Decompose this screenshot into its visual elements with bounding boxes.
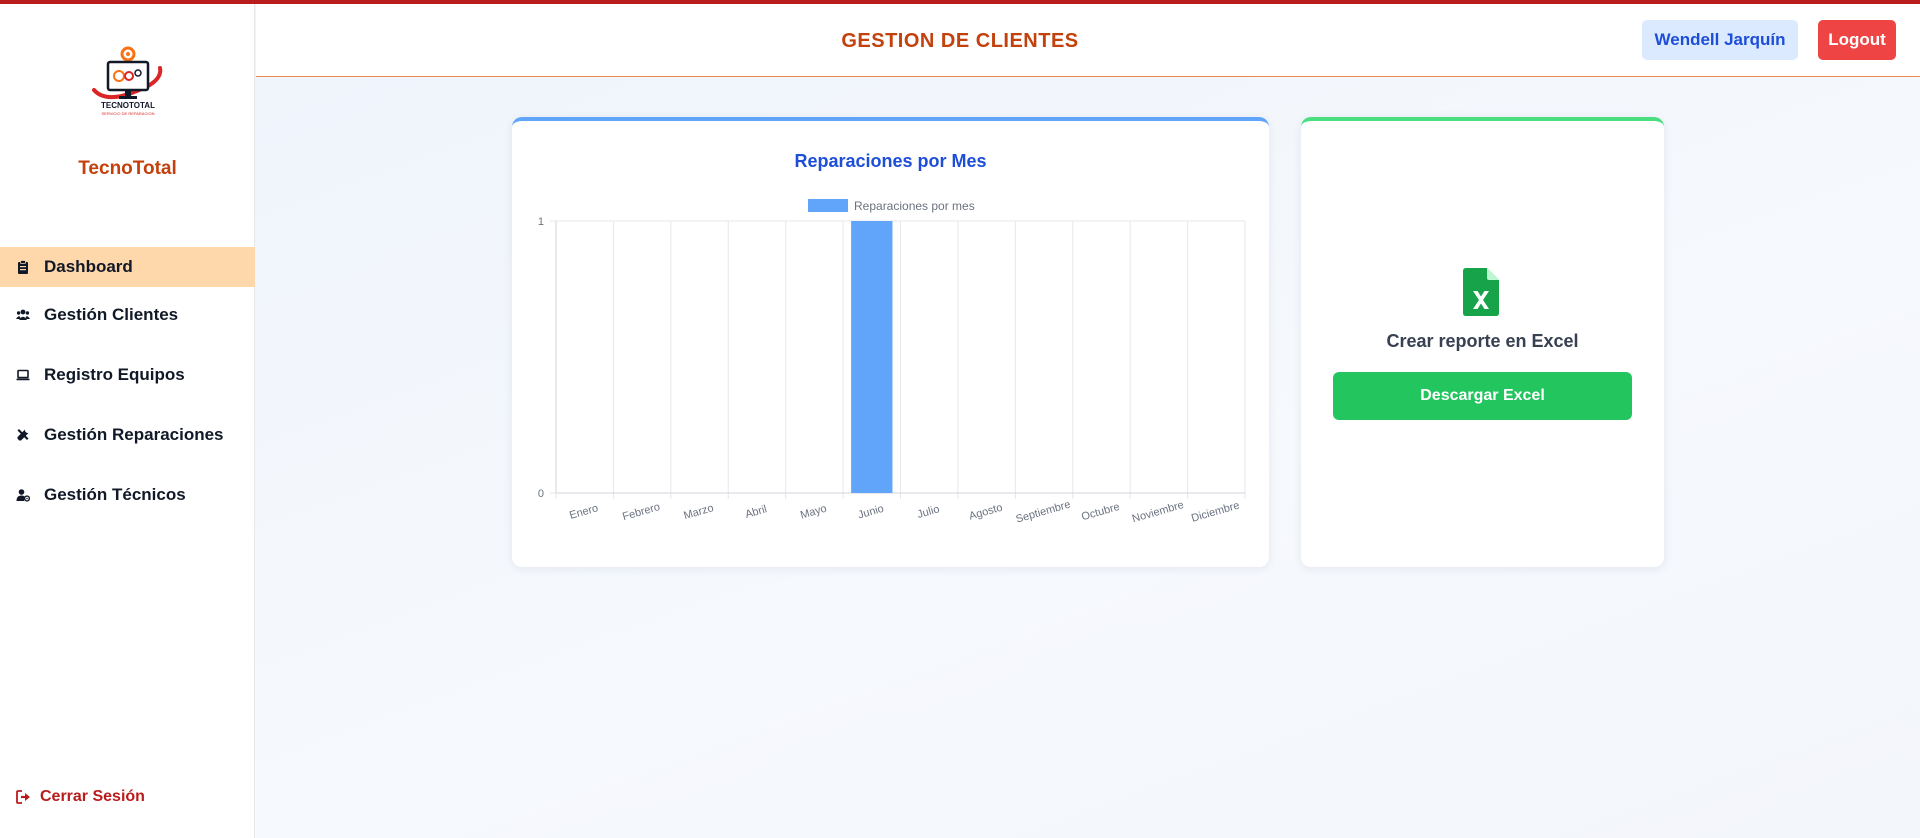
excel-card-title: Crear reporte en Excel — [1386, 331, 1579, 351]
cerrar-sesion-link[interactable]: Cerrar Sesión — [16, 788, 145, 806]
top-accent-stripe — [0, 0, 1920, 4]
svg-text:SERVICIO DE REPARACION: SERVICIO DE REPARACION — [102, 111, 155, 116]
x-tick-label: Diciembre — [1190, 500, 1241, 525]
x-tick-label: Junio — [857, 503, 886, 522]
file-excel-icon — [1463, 268, 1499, 316]
user-gear-icon — [16, 488, 30, 502]
x-tick-label: Marzo — [682, 502, 715, 522]
x-tick-label: Octubre — [1080, 501, 1121, 523]
bar-junio — [851, 221, 893, 493]
sidebar-item-label: Gestión Técnicos — [44, 485, 186, 504]
sidebar-item-gestion-clientes[interactable]: Gestión Clientes — [0, 295, 255, 335]
sidebar-item-label: Registro Equipos — [44, 365, 185, 384]
top-header: GESTION DE CLIENTES Wendell Jarquín Logo… — [256, 4, 1920, 77]
x-tick-label: Enero — [568, 502, 600, 522]
legend-swatch — [808, 199, 848, 212]
x-tick-label: Julio — [916, 503, 941, 521]
clipboard-icon — [16, 260, 30, 274]
excel-report-card: Crear reporte en Excel Descargar Excel — [1301, 117, 1664, 567]
repairs-chart-card: Reparaciones por Mes 0 1 Enero Febrero Marzo… — [512, 117, 1269, 567]
y-tick-label: 0 — [538, 488, 544, 500]
x-tick-label: Noviembre — [1131, 499, 1185, 525]
sidebar-item-gestion-tecnicos[interactable]: Gestión Técnicos — [0, 475, 255, 515]
users-icon — [16, 308, 30, 322]
sidebar: TECNOTOTAL SERVICIO DE REPARACION TecnoT… — [0, 4, 255, 838]
x-tick-label: Agosto — [968, 502, 1004, 523]
cerrar-sesion-label: Cerrar Sesión — [40, 788, 145, 805]
sidebar-item-label: Gestión Reparaciones — [44, 425, 224, 444]
logout-button[interactable]: Logout — [1818, 20, 1896, 60]
sidebar-nav: Dashboard Gestión Clientes Registro Equi… — [0, 247, 255, 515]
x-tick-label: Septiembre — [1015, 499, 1072, 526]
sidebar-item-dashboard[interactable]: Dashboard — [0, 247, 255, 287]
y-tick-label: 1 — [538, 216, 544, 228]
brand-logo: TECNOTOTAL SERVICIO DE REPARACION — [88, 46, 168, 126]
sign-out-icon — [16, 790, 30, 804]
page-title: GESTION DE CLIENTES — [841, 30, 1079, 52]
legend-label: Reparaciones por mes — [854, 199, 975, 213]
sidebar-item-label: Dashboard — [44, 257, 133, 276]
logo-image: TECNOTOTAL SERVICIO DE REPARACION — [92, 46, 163, 116]
repairs-bar-chart: 0 1 Enero Febrero Marzo Abril Mayo Junio Julio Ag… — [538, 199, 1246, 526]
user-button[interactable]: Wendell Jarquín — [1642, 20, 1798, 60]
sidebar-item-gestion-reparaciones[interactable]: Gestión Reparaciones — [0, 415, 255, 455]
sidebar-item-registro-equipos[interactable]: Registro Equipos — [0, 355, 255, 395]
tools-icon — [16, 428, 30, 442]
x-tick-label: Febrero — [621, 501, 661, 523]
x-tick-label: Mayo — [799, 503, 828, 522]
sidebar-item-label: Gestión Clientes — [44, 305, 179, 324]
svg-text:TECNOTOTAL: TECNOTOTAL — [101, 101, 155, 110]
brand-name: TecnoTotal — [78, 158, 177, 179]
x-tick-label: Abril — [744, 503, 768, 521]
download-excel-button[interactable]: Descargar Excel — [1333, 372, 1632, 420]
laptop-icon — [16, 368, 30, 382]
